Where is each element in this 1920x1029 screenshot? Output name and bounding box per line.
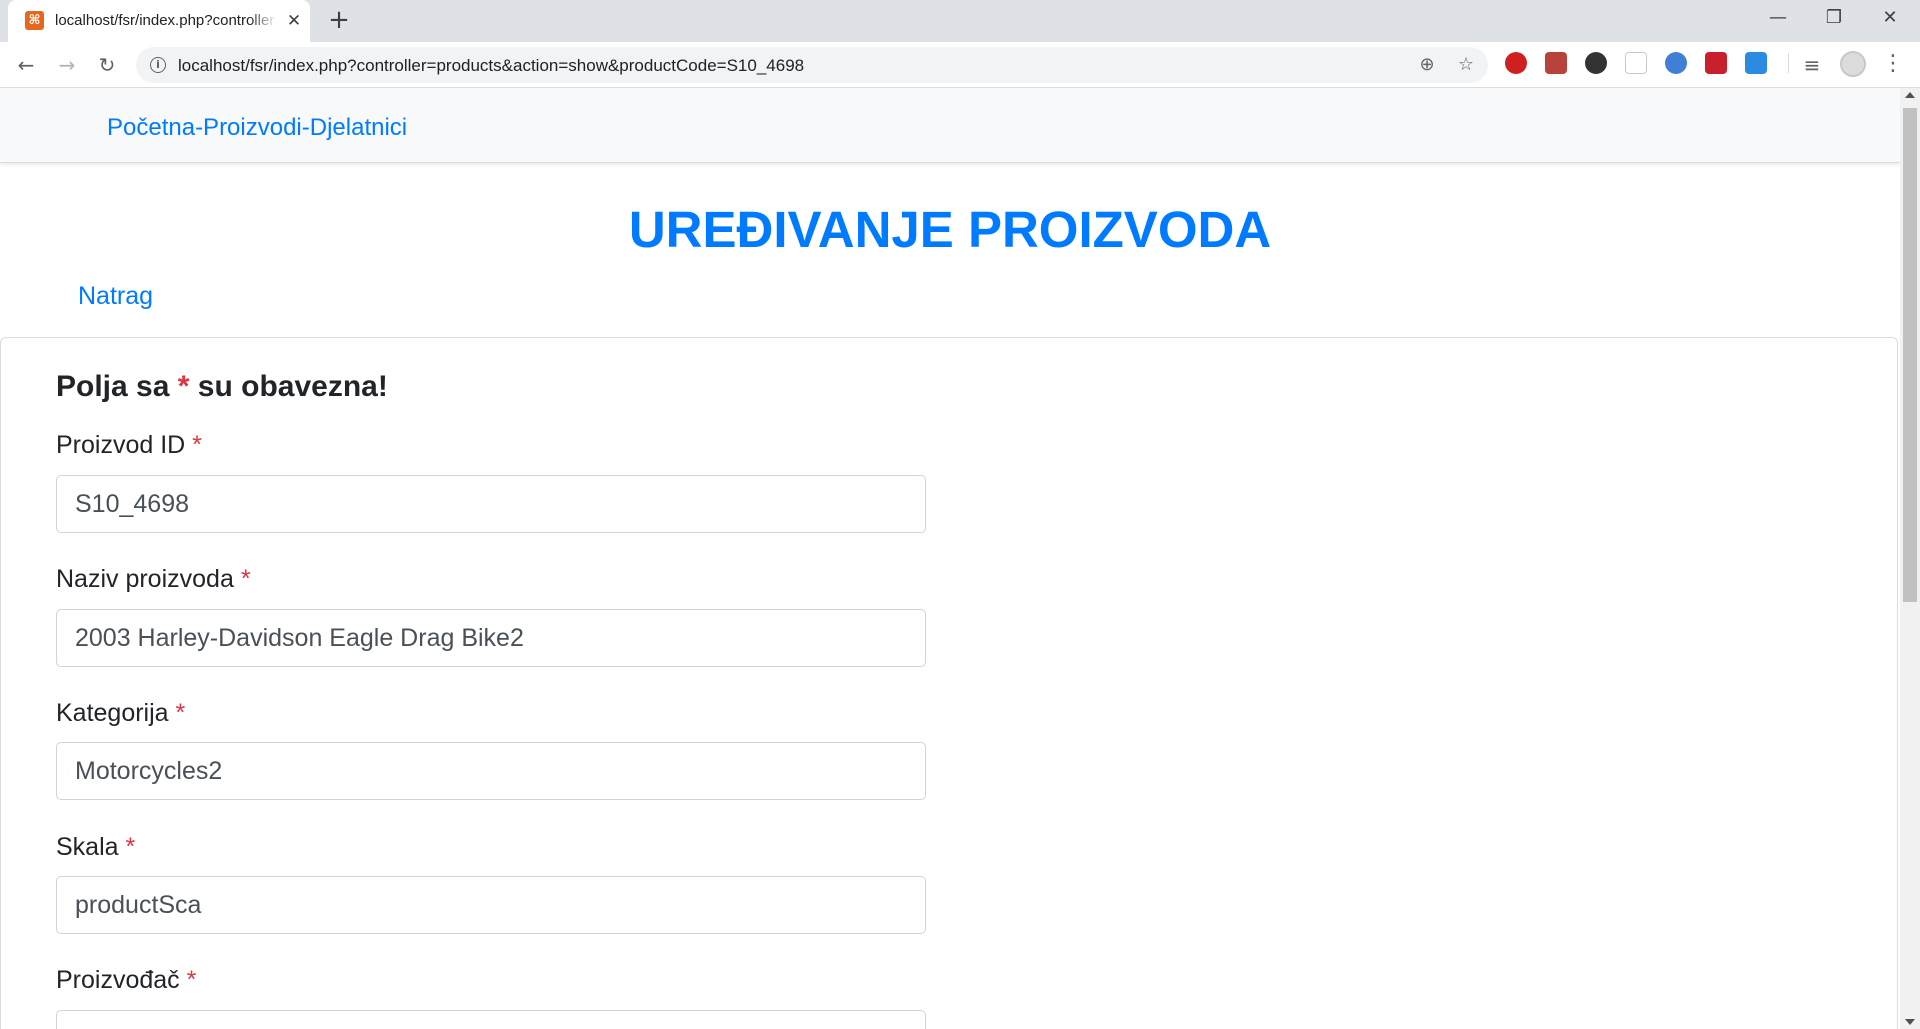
required-note: Polja sa * su obavezna! [56, 370, 388, 404]
info-icon[interactable]: i [150, 57, 166, 73]
scroll-up-icon[interactable] [1905, 92, 1915, 98]
required-star: * [240, 565, 251, 593]
url-text[interactable]: localhost/fsr/index.php?controller=produ… [178, 56, 804, 76]
close-window-icon[interactable]: ✕ [1862, 0, 1918, 36]
scrollbar[interactable] [1900, 88, 1920, 1029]
media-icon[interactable]: ≡ [1798, 51, 1826, 79]
plus-icon[interactable]: + [326, 7, 352, 34]
vendor-input[interactable] [56, 1010, 926, 1029]
spy-icon[interactable] [1585, 52, 1607, 74]
menu-icon[interactable]: ⋮ [1882, 50, 1904, 78]
nav-link-home[interactable]: Početna-Proizvodi-Djelatnici [107, 114, 407, 142]
globe-icon[interactable] [1665, 52, 1687, 74]
adblock-icon[interactable] [1505, 52, 1527, 74]
arrow-right-icon[interactable]: → [53, 51, 81, 79]
required-star: * [125, 833, 136, 861]
scroll-down-icon[interactable] [1905, 1019, 1915, 1025]
category-input[interactable] [56, 742, 926, 800]
field-label-text: Skala [56, 833, 119, 861]
reload-icon[interactable]: ↻ [93, 51, 121, 79]
download-icon[interactable] [1745, 52, 1767, 74]
page-title: UREĐIVANJE PROIZVODA [628, 201, 1272, 258]
required-note-prefix: Polja sa [56, 370, 170, 403]
product-id-input[interactable] [56, 475, 926, 533]
field-label-text: Kategorija [56, 699, 169, 727]
back-link[interactable]: Natrag [78, 282, 153, 311]
tab-title: localhost/fsr/index.php?controller=produ… [55, 12, 277, 32]
product-id-label: Proizvod ID * [56, 431, 202, 460]
page-icon[interactable] [1625, 52, 1647, 74]
close-icon[interactable]: ✕ [283, 10, 305, 32]
scale-input[interactable] [56, 876, 926, 934]
maximize-icon[interactable]: ❐ [1806, 0, 1862, 36]
field-label-text: Proizvod ID [56, 431, 186, 459]
toolbar-separator [1788, 53, 1789, 73]
product-name-label: Naziv proizvoda * [56, 565, 251, 594]
pdf-icon[interactable] [1545, 52, 1567, 74]
field-label-text: Proizvođač [56, 966, 180, 994]
navbar: Početna-Proizvodi-Djelatnici [0, 88, 1900, 163]
scale-label: Skala * [56, 833, 135, 862]
video-icon[interactable] [1705, 52, 1727, 74]
required-note-suffix: su obavezna! [197, 370, 388, 403]
browser-tab[interactable]: ⌘ localhost/fsr/index.php?controller=pro… [8, 0, 310, 42]
required-star: * [177, 370, 190, 403]
tab-strip: ⌘ localhost/fsr/index.php?controller=pro… [0, 0, 1920, 42]
arrow-left-icon[interactable]: ← [12, 51, 40, 79]
scroll-thumb[interactable] [1903, 108, 1917, 602]
xampp-icon: ⌘ [25, 11, 44, 30]
category-label: Kategorija * [56, 699, 185, 728]
star-icon[interactable]: ☆ [1453, 52, 1479, 78]
zoom-icon[interactable]: ⊕ [1414, 52, 1440, 78]
required-star: * [192, 431, 202, 459]
page-viewport: Početna-Proizvodi-Djelatnici UREĐIVANJE … [0, 88, 1900, 1029]
required-star: * [186, 966, 197, 994]
address-bar[interactable]: i localhost/fsr/index.php?controller=pro… [136, 47, 1488, 83]
vendor-label: Proizvođač * [56, 966, 196, 995]
product-name-input[interactable] [56, 609, 926, 667]
field-label-text: Naziv proizvoda [56, 565, 234, 593]
avatar[interactable] [1840, 51, 1866, 77]
required-star: * [175, 699, 186, 727]
minimize-icon[interactable]: — [1750, 0, 1806, 36]
